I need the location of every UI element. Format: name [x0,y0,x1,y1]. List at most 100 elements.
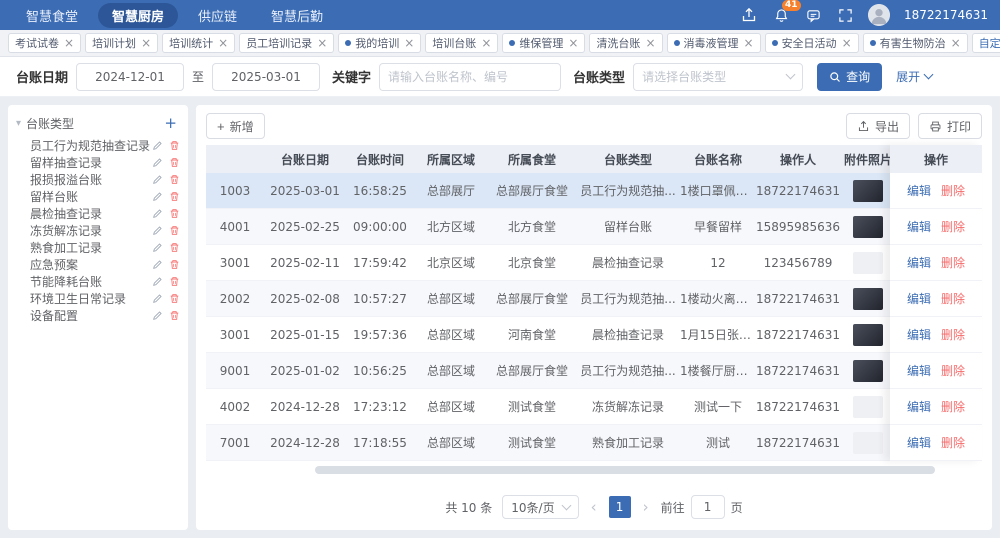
delete-icon[interactable] [169,293,180,304]
attachment-thumbnail[interactable] [853,252,883,274]
attachment-thumbnail[interactable] [853,324,883,346]
attachment-thumbnail[interactable] [853,432,883,454]
date-start-input[interactable]: 2024-12-01 [76,63,184,91]
keyword-input[interactable]: 请输入台账名称、编号 [379,63,561,91]
tab[interactable]: 我的培训 × [338,33,421,53]
tab[interactable]: 清洗台账 × [589,33,662,53]
edit-icon[interactable] [152,259,163,270]
attachment-thumbnail[interactable] [853,288,883,310]
delete-link[interactable]: 删除 [941,362,965,379]
delete-icon[interactable] [169,174,180,185]
tree-item[interactable]: 晨检抽查记录 [14,205,182,222]
attachment-thumbnail[interactable] [853,360,883,382]
tab[interactable]: 维保管理 × [502,33,585,53]
message-icon[interactable] [804,6,822,24]
tree-item[interactable]: 报损报溢台账 [14,171,182,188]
tab[interactable]: 自定义台账 × [972,33,1000,53]
delete-icon[interactable] [169,242,180,253]
attachment-thumbnail[interactable] [853,180,883,202]
tree-item[interactable]: 冻货解冻记录 [14,222,182,239]
add-type-button[interactable]: + [161,116,180,131]
tab-close-icon[interactable]: × [404,37,414,49]
tab-close-icon[interactable]: × [218,37,228,49]
edit-icon[interactable] [152,225,163,236]
delete-icon[interactable] [169,225,180,236]
print-button[interactable]: 打印 [918,113,982,139]
table-row[interactable]: 7001 2024-12-28 17:18:55 总部区域 测试食堂 熟食加工记… [206,425,890,461]
tab[interactable]: 员工培训记录 × [239,33,334,53]
delete-link[interactable]: 删除 [941,398,965,415]
tab[interactable]: 安全日活动 × [765,33,859,53]
tab-close-icon[interactable]: × [842,37,852,49]
edit-icon[interactable] [152,140,163,151]
delete-icon[interactable] [169,310,180,321]
topnav-item[interactable]: 智慧厨房 [98,3,178,28]
edit-link[interactable]: 编辑 [907,218,931,235]
edit-icon[interactable] [152,157,163,168]
delete-icon[interactable] [169,259,180,270]
table-row[interactable]: 3001 2025-02-11 17:59:42 北京区域 北京食堂 晨检抽查记… [206,245,890,281]
prev-page-button[interactable]: ‹ [589,500,599,515]
tab-close-icon[interactable]: × [568,37,578,49]
tree-item[interactable]: 留样抽查记录 [14,154,182,171]
edit-link[interactable]: 编辑 [907,434,931,451]
tab[interactable]: 考试试卷 × [8,33,81,53]
table-row[interactable]: 4001 2025-02-25 09:00:00 北方区域 北方食堂 留样台账 … [206,209,890,245]
tab[interactable]: 消毒液管理 × [667,33,761,53]
date-end-input[interactable]: 2025-03-01 [212,63,320,91]
table-row[interactable]: 9001 2025-01-02 10:56:25 总部区域 总部展厅食堂 员工行… [206,353,890,389]
page-size-select[interactable]: 10条/页 [502,495,578,519]
fullscreen-icon[interactable] [836,6,854,24]
tab[interactable]: 培训台账 × [425,33,498,53]
attachment-thumbnail[interactable] [853,216,883,238]
current-page-button[interactable]: 1 [609,496,631,518]
delete-icon[interactable] [169,276,180,287]
topnav-item[interactable]: 智慧食堂 [12,3,92,28]
tab-close-icon[interactable]: × [481,37,491,49]
delete-link[interactable]: 删除 [941,434,965,451]
delete-link[interactable]: 删除 [941,326,965,343]
export-button[interactable]: 导出 [846,113,910,139]
edit-link[interactable]: 编辑 [907,398,931,415]
tab[interactable]: 培训统计 × [162,33,235,53]
table-row[interactable]: 2002 2025-02-08 10:57:27 总部区域 总部展厅食堂 员工行… [206,281,890,317]
attachment-thumbnail[interactable] [853,396,883,418]
scrollbar-thumb[interactable] [315,466,936,474]
topnav-item[interactable]: 供应链 [184,3,251,28]
delete-link[interactable]: 删除 [941,290,965,307]
search-button[interactable]: 查询 [817,63,882,91]
type-select[interactable]: 请选择台账类型 [633,63,803,91]
tab-close-icon[interactable]: × [744,37,754,49]
share-icon[interactable] [740,6,758,24]
tab-close-icon[interactable]: × [951,37,961,49]
tree-item[interactable]: 留样台账 [14,188,182,205]
delete-link[interactable]: 删除 [941,182,965,199]
edit-icon[interactable] [152,242,163,253]
expand-toggle[interactable]: 展开 [896,68,932,85]
bell-icon[interactable]: 41 [772,6,790,24]
tree-item[interactable]: 熟食加工记录 [14,239,182,256]
tree-item[interactable]: 应急预案 [14,256,182,273]
next-page-button[interactable]: › [641,500,651,515]
delete-link[interactable]: 删除 [941,254,965,271]
edit-link[interactable]: 编辑 [907,362,931,379]
edit-icon[interactable] [152,191,163,202]
avatar[interactable] [868,4,890,26]
edit-icon[interactable] [152,310,163,321]
edit-icon[interactable] [152,208,163,219]
tab-close-icon[interactable]: × [64,37,74,49]
edit-link[interactable]: 编辑 [907,254,931,271]
tab-close-icon[interactable]: × [645,37,655,49]
delete-icon[interactable] [169,208,180,219]
tree-item[interactable]: 节能降耗台账 [14,273,182,290]
table-row[interactable]: 3001 2025-01-15 19:57:36 总部区域 河南食堂 晨检抽查记… [206,317,890,353]
tree-root[interactable]: ▾ 台账类型 + [14,113,182,137]
add-button[interactable]: + 新增 [206,113,265,139]
delete-link[interactable]: 删除 [941,218,965,235]
edit-link[interactable]: 编辑 [907,290,931,307]
topnav-item[interactable]: 智慧后勤 [257,3,337,28]
tab-close-icon[interactable]: × [141,37,151,49]
table-row[interactable]: 4002 2024-12-28 17:23:12 总部区域 测试食堂 冻货解冻记… [206,389,890,425]
edit-link[interactable]: 编辑 [907,326,931,343]
tab-close-icon[interactable]: × [317,37,327,49]
